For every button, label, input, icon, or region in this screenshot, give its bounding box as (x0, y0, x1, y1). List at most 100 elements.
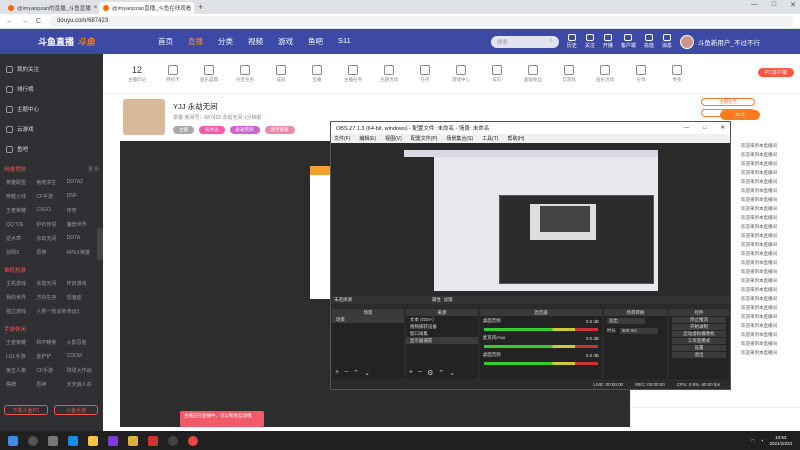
sidebar-category-link[interactable]: 独立游戏 (6, 308, 36, 315)
activity-item[interactable]: 宝箱 (299, 64, 335, 83)
room-tag[interactable]: 高手玩家 (264, 126, 295, 134)
activity-item[interactable]: 任务 (407, 64, 443, 83)
obs-control-button[interactable]: 设置 (671, 345, 726, 351)
source-item[interactable]: 窗口采集 (406, 330, 478, 337)
transition-select[interactable]: 淡出 (606, 318, 645, 324)
app-icon[interactable] (128, 435, 138, 446)
search-icon[interactable] (28, 435, 38, 446)
app-icon[interactable] (148, 435, 158, 446)
sidebar-category-link[interactable]: CODM (67, 353, 97, 360)
sidebar-category-link[interactable]: 火影忍者 (67, 339, 97, 346)
browser-tab-1[interactable]: @imyanpzan的直播_斗鱼直播 × (4, 2, 99, 14)
nav-s11[interactable]: S11 (338, 36, 351, 47)
windows-start-icon[interactable] (8, 435, 18, 446)
sidebar-category-link[interactable]: 英雄联盟 (6, 179, 36, 186)
file-explorer-icon[interactable] (88, 435, 98, 446)
sidebar-category-link[interactable]: CSGO (36, 207, 66, 214)
obs-close-button[interactable]: ✕ (720, 125, 725, 131)
new-tab-button[interactable]: + (198, 2, 203, 14)
user-menu[interactable]: 斗鱼新用户_不过不行 (679, 34, 760, 49)
browser-tab-2[interactable]: @imyanpzan直播_斗鱼在线观看 × (99, 2, 194, 14)
obs-taskbar-icon[interactable] (168, 435, 178, 446)
gear-icon[interactable]: ⚙ (427, 369, 433, 377)
obs-minimize-button[interactable]: — (684, 125, 690, 131)
maximize-button[interactable]: □ (772, 1, 776, 9)
nav-video[interactable]: 视频 (248, 36, 263, 47)
activity-item[interactable]: 分区任务 (227, 64, 263, 83)
sidebar-category-link[interactable]: 命运2 (67, 308, 97, 315)
sidebar-category-link[interactable]: 永劫无间 (36, 280, 66, 287)
back-button[interactable]: ← (6, 18, 13, 25)
obs-menu-item[interactable]: 编辑(E) (359, 135, 376, 142)
close-tab-icon[interactable]: × (94, 5, 98, 11)
sidebar-category-link[interactable]: 王者荣耀 (6, 207, 36, 214)
sidebar-category-link[interactable]: 原神 (36, 249, 66, 256)
remove-icon[interactable]: − (344, 369, 348, 377)
sidebar-item-cloud[interactable]: 云游戏 (4, 119, 99, 139)
obs-control-button[interactable]: 退出 (671, 352, 726, 358)
follow-icon[interactable]: 关注 (585, 34, 595, 49)
down-icon[interactable]: ⌄ (449, 369, 455, 377)
clock[interactable]: 10:53 2021/10/23 (769, 435, 792, 447)
sidebar-category-link[interactable]: 棋牌 (6, 381, 36, 388)
streamer-avatar[interactable] (123, 99, 165, 135)
chrome-icon[interactable] (188, 435, 198, 446)
mobile-game-button[interactable]: 斗鱼手游 (54, 405, 98, 415)
client-icon[interactable]: 客户端 (621, 34, 636, 49)
reload-button[interactable]: C (36, 18, 41, 25)
down-icon[interactable]: ⌄ (364, 369, 370, 377)
forward-button[interactable]: → (21, 18, 28, 25)
filters-button[interactable]: 滤镜 (444, 297, 453, 302)
sidebar-category-link[interactable]: 金铲铲 (36, 353, 66, 360)
activity-item[interactable]: 特权卡 (155, 64, 191, 83)
app-icon[interactable] (108, 435, 118, 446)
history-icon[interactable]: 历史 (567, 34, 577, 49)
room-tag[interactable]: 永劫无间 (229, 126, 260, 134)
edge-icon[interactable] (68, 435, 78, 446)
remove-icon[interactable]: − (418, 369, 422, 377)
sidebar-category-link[interactable]: 剑网3 (6, 249, 36, 256)
obs-menu-item[interactable]: 文件(F) (334, 135, 350, 142)
sidebar-category-link[interactable]: 第五人格 (6, 367, 36, 374)
sidebar-category-link[interactable]: 传奇 (67, 207, 97, 214)
sidebar-category-link[interactable]: DOTA2 (67, 179, 97, 186)
obs-maximize-button[interactable]: □ (703, 125, 706, 131)
properties-button[interactable]: 属性 (432, 297, 441, 302)
sidebar-category-link[interactable]: CF手游 (36, 193, 66, 200)
activity-item[interactable]: 主题活动 (371, 64, 407, 83)
nav-yuba[interactable]: 鱼吧 (308, 36, 323, 47)
nav-category[interactable]: 分类 (218, 36, 233, 47)
sidebar-category-link[interactable]: LOL手游 (6, 353, 36, 360)
sidebar-category-link[interactable]: 怀旧游戏 (67, 280, 97, 287)
message-icon[interactable]: 消息 (662, 34, 672, 49)
source-item[interactable]: 视频捕获设备 (406, 323, 478, 330)
duration-input[interactable]: 300 ms (619, 328, 658, 334)
sidebar-category-link[interactable]: 原神 (36, 381, 66, 388)
up-icon[interactable]: ⌃ (353, 369, 359, 377)
minimize-button[interactable]: — (751, 1, 758, 9)
sidebar-item-rank[interactable]: 排行榜 (4, 79, 99, 99)
sidebar-category-link[interactable]: 绝地求生 (36, 179, 66, 186)
pc-client-badge[interactable]: PC客户端 (758, 68, 794, 77)
sidebar-item-follow[interactable]: 我的关注 (4, 59, 99, 79)
close-window-button[interactable]: ✕ (790, 1, 796, 9)
activity-item[interactable]: 分享 (623, 64, 659, 83)
sidebar-item-yuba[interactable]: 鱼吧 (4, 139, 99, 159)
obs-menu-item[interactable]: 配置文件(P) (411, 135, 438, 142)
obs-menu-item[interactable]: 场景集合(S) (446, 135, 473, 142)
activity-item[interactable]: 更多 (659, 64, 695, 83)
fan-club-button[interactable]: 粉丝团 (701, 109, 755, 117)
volume-icon[interactable]: ◖ (761, 438, 764, 443)
sidebar-category-link[interactable]: 我的世界 (6, 294, 36, 301)
sidebar-item-theme[interactable]: 主题中心 (4, 99, 99, 119)
obs-control-button[interactable]: 停止推流 (671, 317, 726, 323)
sidebar-category-link[interactable]: 穿越火线 (6, 193, 36, 200)
sidebar-category-link[interactable]: 天天狼人杀 (67, 381, 97, 388)
sidebar-category-link[interactable]: 炉石传说 (36, 221, 66, 228)
sidebar-category-link[interactable]: 球球大作战 (67, 367, 97, 374)
activity-item[interactable]: 12 主播印记 (119, 65, 155, 83)
sidebar-collapse-handle[interactable] (97, 228, 103, 260)
search-icon[interactable]: ⌕ (550, 38, 553, 45)
sidebar-category-link[interactable]: DNF (67, 193, 97, 200)
obs-control-button[interactable]: 开始录制 (671, 324, 726, 330)
